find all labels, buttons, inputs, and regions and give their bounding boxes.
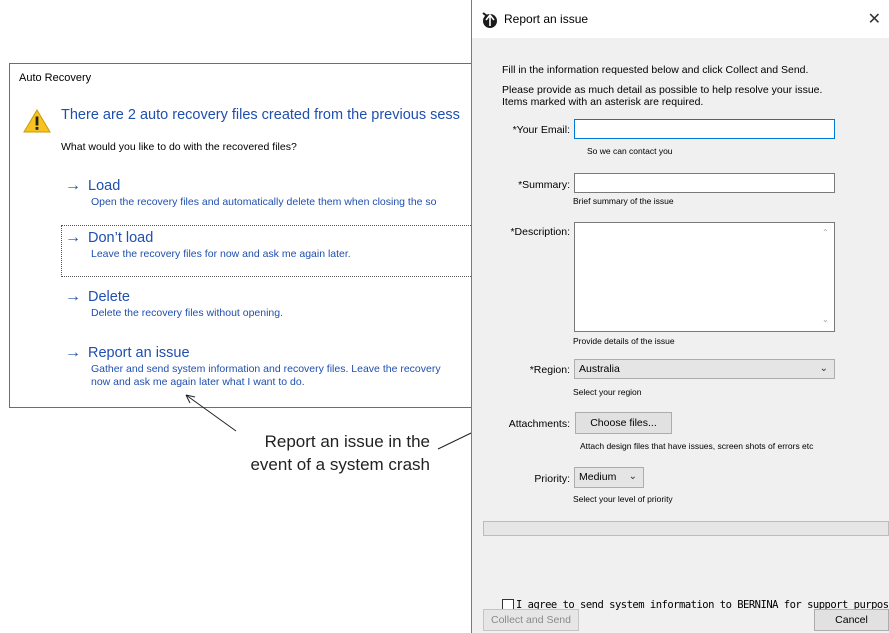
warning-icon [23, 109, 51, 133]
region-hint: Select your region [573, 387, 642, 397]
option-label: Report an issue [88, 345, 190, 361]
summary-field[interactable] [574, 173, 835, 193]
right-arrow-icon: → [65, 288, 81, 305]
dialog-title: Auto Recovery [19, 72, 92, 84]
intro-text: Fill in the information requested below … [502, 64, 809, 76]
chevron-down-icon: ⌄ [819, 363, 828, 374]
close-icon[interactable]: ✕ [868, 9, 881, 29]
email-hint: So we can contact you [587, 146, 673, 156]
description-label: *Description: [510, 226, 570, 238]
intro-detail-line2: Items marked with an asterisk are requir… [502, 96, 704, 108]
summary-label: *Summary: [518, 179, 570, 191]
option-load[interactable]: → Load Open the recovery files and autom… [62, 174, 482, 213]
scroll-up-icon[interactable]: ⌃ [822, 228, 829, 237]
scrollbar[interactable]: ⌃ ⌄ [819, 224, 833, 330]
email-field[interactable] [574, 119, 835, 139]
window-title: Report an issue [504, 12, 589, 26]
progress-bar [483, 521, 889, 536]
option-dont-load[interactable]: → Don’t load Leave the recovery files fo… [61, 225, 483, 277]
summary-hint: Brief summary of the issue [573, 196, 674, 206]
cancel-button[interactable]: Cancel [814, 609, 889, 631]
option-description: Gather and send system information and r… [91, 363, 441, 375]
priority-hint: Select your level of priority [573, 494, 673, 504]
option-label: Delete [88, 289, 130, 305]
right-arrow-icon: → [65, 344, 81, 361]
title-bar: Report an issue ✕ [472, 0, 889, 38]
recovery-question: What would you like to do with the recov… [61, 141, 297, 153]
region-label: *Region: [529, 364, 570, 376]
option-label: Load [88, 178, 121, 194]
collect-and-send-button[interactable]: Collect and Send [483, 609, 579, 631]
right-arrow-icon: → [65, 177, 81, 194]
chevron-down-icon: ⌄ [628, 471, 637, 482]
option-description: Leave the recovery files for now and ask… [91, 248, 351, 260]
bernina-logo-icon [482, 12, 497, 28]
right-arrow-icon: → [65, 229, 81, 246]
auto-recovery-dialog: Auto Recovery There are 2 auto recovery … [9, 63, 483, 408]
callout-line-2: event of a system crash [250, 455, 430, 474]
attachments-hint: Attach design files that have issues, sc… [580, 441, 814, 451]
choose-files-button[interactable]: Choose files... [575, 412, 672, 434]
option-description: Delete the recovery files without openin… [91, 307, 284, 319]
attachments-label: Attachments: [508, 418, 570, 430]
callout-text: Report an issue in the event of a system… [190, 430, 430, 476]
intro-detail-line1: Please provide as much detail as possibl… [502, 84, 823, 96]
option-description-line2: now and ask me again later what I want t… [91, 376, 305, 388]
option-report-issue[interactable]: → Report an issue Gather and send system… [62, 341, 482, 393]
callout-line-1: Report an issue in the [264, 432, 430, 451]
description-textarea[interactable]: ⌃ ⌄ [574, 222, 835, 332]
priority-select[interactable]: Medium ⌄ [574, 467, 644, 488]
option-label: Don’t load [88, 230, 154, 246]
region-select[interactable]: Australia ⌄ [574, 359, 835, 379]
priority-value: Medium [579, 471, 617, 483]
email-label: *Your Email: [512, 124, 570, 136]
priority-label: Priority: [534, 473, 570, 485]
report-issue-window: Report an issue ✕ Fill in the informatio… [471, 0, 889, 633]
scroll-down-icon[interactable]: ⌄ [822, 315, 829, 324]
recovery-heading: There are 2 auto recovery files created … [61, 107, 460, 123]
option-description: Open the recovery files and automaticall… [91, 196, 437, 208]
option-delete[interactable]: → Delete Delete the recovery files witho… [62, 285, 482, 324]
region-value: Australia [579, 363, 620, 375]
description-hint: Provide details of the issue [573, 336, 675, 346]
